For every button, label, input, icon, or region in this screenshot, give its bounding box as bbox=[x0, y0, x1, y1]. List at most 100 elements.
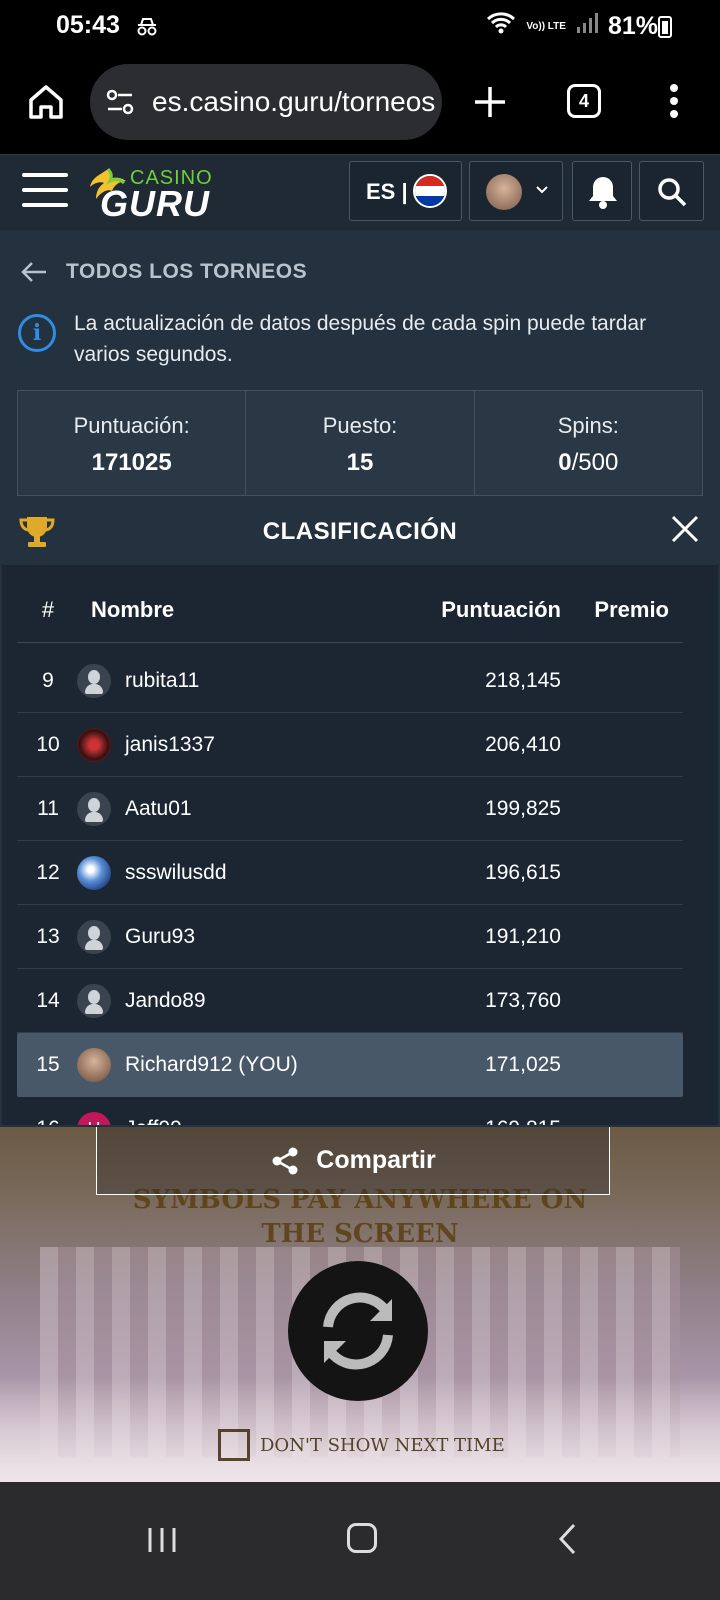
tournament-panel: TODOS LOS TORNEOS i La actualización de … bbox=[0, 230, 720, 1150]
reload-icon[interactable] bbox=[288, 1261, 428, 1401]
player-avatar bbox=[77, 728, 111, 762]
url-text[interactable]: es.casino.guru/torneos bbox=[152, 86, 435, 118]
user-avatar bbox=[486, 174, 522, 210]
player-stats: Puntuación: 171025 Puesto: 15 Spins: 0/5… bbox=[17, 390, 703, 496]
table-row[interactable]: 12 ssswilusdd 196,615 bbox=[17, 841, 683, 905]
col-score: Puntuación bbox=[441, 597, 561, 622]
ranking-title: CLASIFICACIÓN bbox=[262, 518, 458, 545]
battery-icon bbox=[658, 16, 672, 38]
col-name: Nombre bbox=[91, 597, 175, 622]
language-selector[interactable]: ES | bbox=[349, 161, 462, 221]
back-to-tournaments-link[interactable]: TODOS LOS TORNEOS bbox=[20, 260, 307, 284]
language-code: ES | bbox=[366, 179, 408, 204]
row-rank: 13 bbox=[36, 925, 60, 948]
table-row[interactable]: 10 janis1337 206,410 bbox=[17, 713, 683, 777]
search-icon bbox=[658, 178, 687, 207]
row-name: Jeff99 bbox=[125, 1117, 182, 1125]
user-menu-button[interactable] bbox=[469, 161, 563, 221]
row-score: 191,210 bbox=[485, 925, 561, 948]
row-score: 171,025 bbox=[485, 1053, 561, 1076]
table-row[interactable]: 13 Guru93 191,210 bbox=[17, 905, 683, 969]
player-avatar bbox=[77, 1048, 111, 1082]
browser-home-icon[interactable] bbox=[24, 80, 68, 124]
dont-show-checkbox[interactable]: DON'T SHOW NEXT TIME bbox=[218, 1429, 505, 1461]
player-avatar bbox=[77, 792, 111, 826]
table-rows: 9 rubita11 218,145 10 janis1337 206,410 … bbox=[17, 649, 683, 1125]
row-score: 199,825 bbox=[485, 797, 561, 820]
stat-rank: Puesto: 15 bbox=[246, 391, 475, 495]
row-rank: 15 bbox=[36, 1053, 60, 1076]
checkbox-label: DON'T SHOW NEXT TIME bbox=[260, 1434, 505, 1456]
row-rank: 14 bbox=[36, 989, 60, 1012]
col-prize: Premio bbox=[594, 597, 669, 622]
table-row[interactable]: 9 rubita11 218,145 bbox=[17, 649, 683, 713]
spins-used: 0 bbox=[558, 449, 572, 476]
new-tab-icon[interactable] bbox=[470, 82, 510, 122]
row-score: 196,615 bbox=[485, 861, 561, 884]
share-label: Compartir bbox=[316, 1146, 436, 1174]
stat-rank-label: Puesto: bbox=[322, 413, 398, 438]
recent-apps-icon[interactable] bbox=[147, 1526, 177, 1559]
row-name: Jando89 bbox=[125, 989, 206, 1012]
browser-menu-icon[interactable] bbox=[666, 82, 682, 122]
hamburger-menu-icon[interactable] bbox=[22, 173, 68, 207]
chevron-down-icon bbox=[534, 182, 550, 203]
system-nav-bar bbox=[0, 1482, 720, 1600]
table-row[interactable]: 14 Jando89 173,760 bbox=[17, 969, 683, 1033]
row-score: 173,760 bbox=[485, 989, 561, 1012]
battery-percent: 81% bbox=[607, 12, 658, 40]
stat-rank-value: 15 bbox=[346, 449, 374, 476]
network-type: Vo)) LTE bbox=[526, 20, 566, 32]
row-score: 206,410 bbox=[485, 733, 561, 756]
notifications-button[interactable] bbox=[572, 161, 632, 221]
stat-score-label: Puntuación: bbox=[73, 413, 190, 438]
stat-spins-label: Spins: bbox=[557, 413, 619, 438]
search-button[interactable] bbox=[639, 161, 704, 221]
system-back-icon[interactable] bbox=[556, 1522, 578, 1561]
row-score: 169,815 bbox=[485, 1117, 561, 1125]
table-header: # Nombre Puntuación Premio bbox=[17, 579, 683, 643]
player-avatar bbox=[77, 984, 111, 1018]
incognito-icon bbox=[136, 15, 158, 42]
row-name: rubita11 bbox=[125, 669, 200, 692]
close-icon[interactable] bbox=[670, 514, 700, 549]
player-avatar bbox=[77, 920, 111, 954]
address-bar[interactable]: es.casino.guru/torneos bbox=[90, 64, 442, 140]
system-home-icon[interactable] bbox=[347, 1523, 377, 1553]
leaderboard-table[interactable]: # Nombre Puntuación Premio 9 rubita11 21… bbox=[2, 565, 718, 1125]
bell-icon bbox=[589, 177, 617, 209]
logo-guru-text: GURU bbox=[100, 183, 210, 224]
casino-guru-logo[interactable]: CASINO GURU bbox=[88, 161, 218, 224]
checkbox-box[interactable] bbox=[218, 1429, 250, 1461]
row-name: Aatu01 bbox=[125, 797, 192, 820]
info-text: La actualización de datos después de cad… bbox=[74, 312, 647, 366]
table-row[interactable]: 16 H Jeff99 169,815 bbox=[17, 1097, 683, 1125]
table-row[interactable]: 11 Aatu01 199,825 bbox=[17, 777, 683, 841]
browser-toolbar: es.casino.guru/torneos 4 bbox=[0, 52, 720, 154]
stat-score: Puntuación: 171025 bbox=[18, 391, 247, 495]
row-rank: 11 bbox=[37, 797, 59, 820]
row-score: 218,145 bbox=[485, 669, 561, 692]
row-name: Guru93 bbox=[125, 925, 196, 948]
paraguay-flag-icon bbox=[413, 174, 447, 208]
wifi-icon bbox=[486, 11, 516, 42]
row-rank: 10 bbox=[36, 733, 60, 756]
clock: 05:43 bbox=[56, 11, 120, 39]
signal-icon bbox=[576, 12, 598, 41]
row-name: janis1337 bbox=[125, 733, 215, 756]
row-rank: 16 bbox=[17, 1117, 79, 1125]
row-name: ssswilusdd bbox=[125, 861, 227, 884]
info-icon: i bbox=[18, 314, 56, 352]
site-settings-icon[interactable] bbox=[104, 86, 136, 123]
game-preview[interactable]: SYMBOLS PAY ANYWHERE ON THE SCREEN DON'T… bbox=[0, 1127, 720, 1482]
share-icon bbox=[272, 1147, 298, 1174]
back-link-label: TODOS LOS TORNEOS bbox=[66, 260, 308, 283]
stat-score-value: 171025 bbox=[91, 449, 172, 476]
spins-total: /500 bbox=[571, 449, 619, 476]
share-button[interactable]: Compartir bbox=[96, 1127, 610, 1195]
arrow-left-icon bbox=[21, 262, 46, 282]
stat-spins-value: 0/500 bbox=[475, 449, 702, 477]
row-rank: 12 bbox=[36, 861, 60, 884]
table-row-current-user[interactable]: 15 Richard912 (YOU) 171,025 bbox=[17, 1033, 683, 1097]
tab-switcher-button[interactable]: 4 bbox=[567, 84, 601, 118]
